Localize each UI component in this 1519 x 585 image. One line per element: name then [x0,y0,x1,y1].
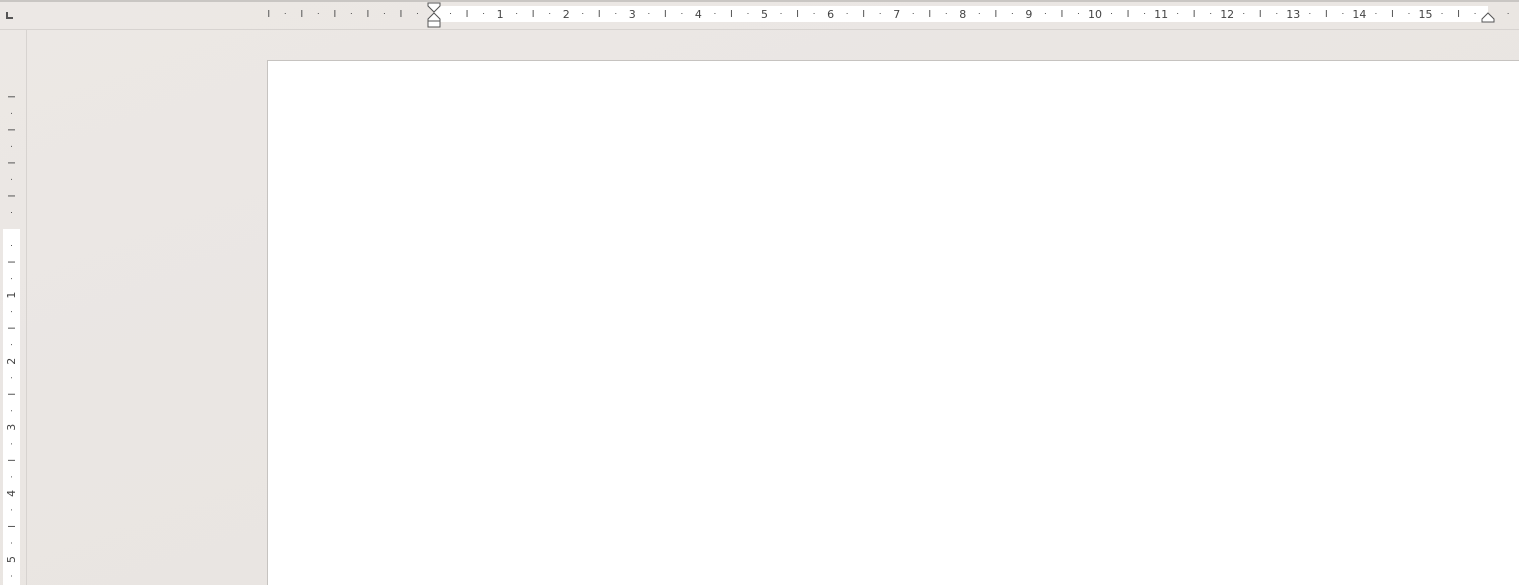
ruler-number: 3 [629,8,636,21]
horizontal-ruler[interactable]: 1 2 3 4 5 6 7 8 9 10 11 12 13 14 15 [0,2,1519,30]
ruler-number: 2 [563,8,570,21]
ruler-number: 10 [1088,8,1102,21]
horizontal-ruler-scale: 1 2 3 4 5 6 7 8 9 10 11 12 13 14 15 [268,2,1509,28]
ruler-number: 4 [5,490,18,497]
ruler-number: 7 [893,8,900,21]
ruler-number: 13 [1286,8,1300,21]
ruler-number: 4 [695,8,702,21]
left-indent-marker-icon[interactable] [427,20,441,28]
document-workspace: 1 2 3 4 5 6 7 8 9 10 11 12 13 14 15 12345 [0,0,1519,585]
ruler-number: 1 [497,8,504,21]
ruler-number: 1 [5,292,18,299]
ruler-number: 9 [1025,8,1032,21]
ruler-number: 2 [5,358,18,365]
ruler-active-area [3,229,20,585]
ruler-number: 12 [1220,8,1234,21]
document-body[interactable] [433,121,1333,141]
ruler-number: 8 [959,8,966,21]
ruler-number: 6 [827,8,834,21]
document-page[interactable] [267,60,1519,585]
vertical-ruler[interactable]: 1 2 3 4 5 [0,30,27,585]
ruler-number: 11 [1154,8,1168,21]
ruler-number: 5 [5,556,18,563]
ruler-number: 14 [1352,8,1366,21]
ruler-number: 5 [761,8,768,21]
vertical-ruler-scale: 1 2 3 4 5 [3,96,20,585]
ruler-number: 3 [5,424,18,431]
ruler-number: 15 [1419,8,1433,21]
